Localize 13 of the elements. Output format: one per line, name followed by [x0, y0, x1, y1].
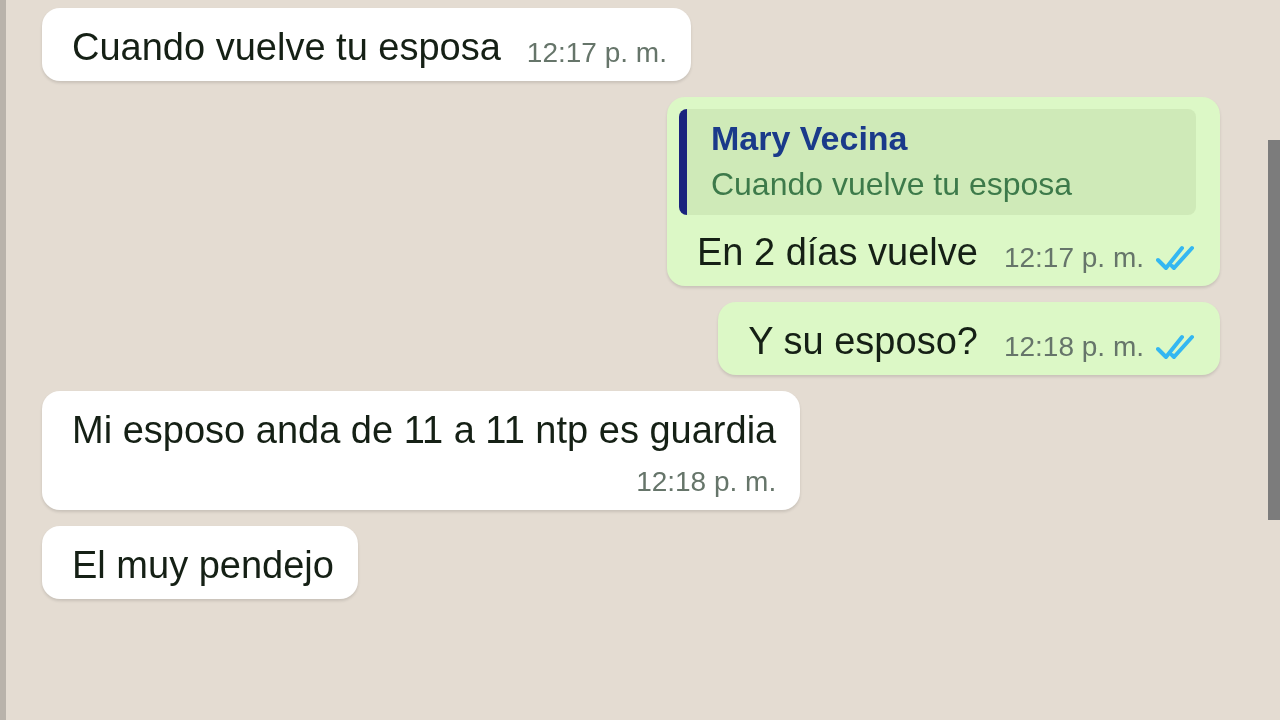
quoted-message[interactable]: Mary Vecina Cuando vuelve tu esposa	[678, 109, 1196, 215]
message-text: Cuando vuelve tu esposa	[72, 25, 501, 69]
scrollbar[interactable]	[1268, 140, 1280, 520]
message-text: Y su esposo?	[748, 319, 978, 363]
message-text: El muy pendejo	[72, 543, 334, 587]
quote-author: Mary Vecina	[710, 119, 909, 158]
message-time: 12:18 p. m.	[1003, 331, 1144, 363]
message-text: Mi esposo anda de 11 a 11 ntp es guardia	[72, 408, 777, 452]
quote-text: Cuando vuelve tu esposa	[710, 166, 1074, 203]
message-time: 12:18 p. m.	[636, 466, 777, 498]
message-time: 12:17 p. m.	[526, 37, 667, 69]
message-time: 12:17 p. m.	[1003, 242, 1144, 274]
message-text: En 2 días vuelve	[696, 230, 978, 274]
